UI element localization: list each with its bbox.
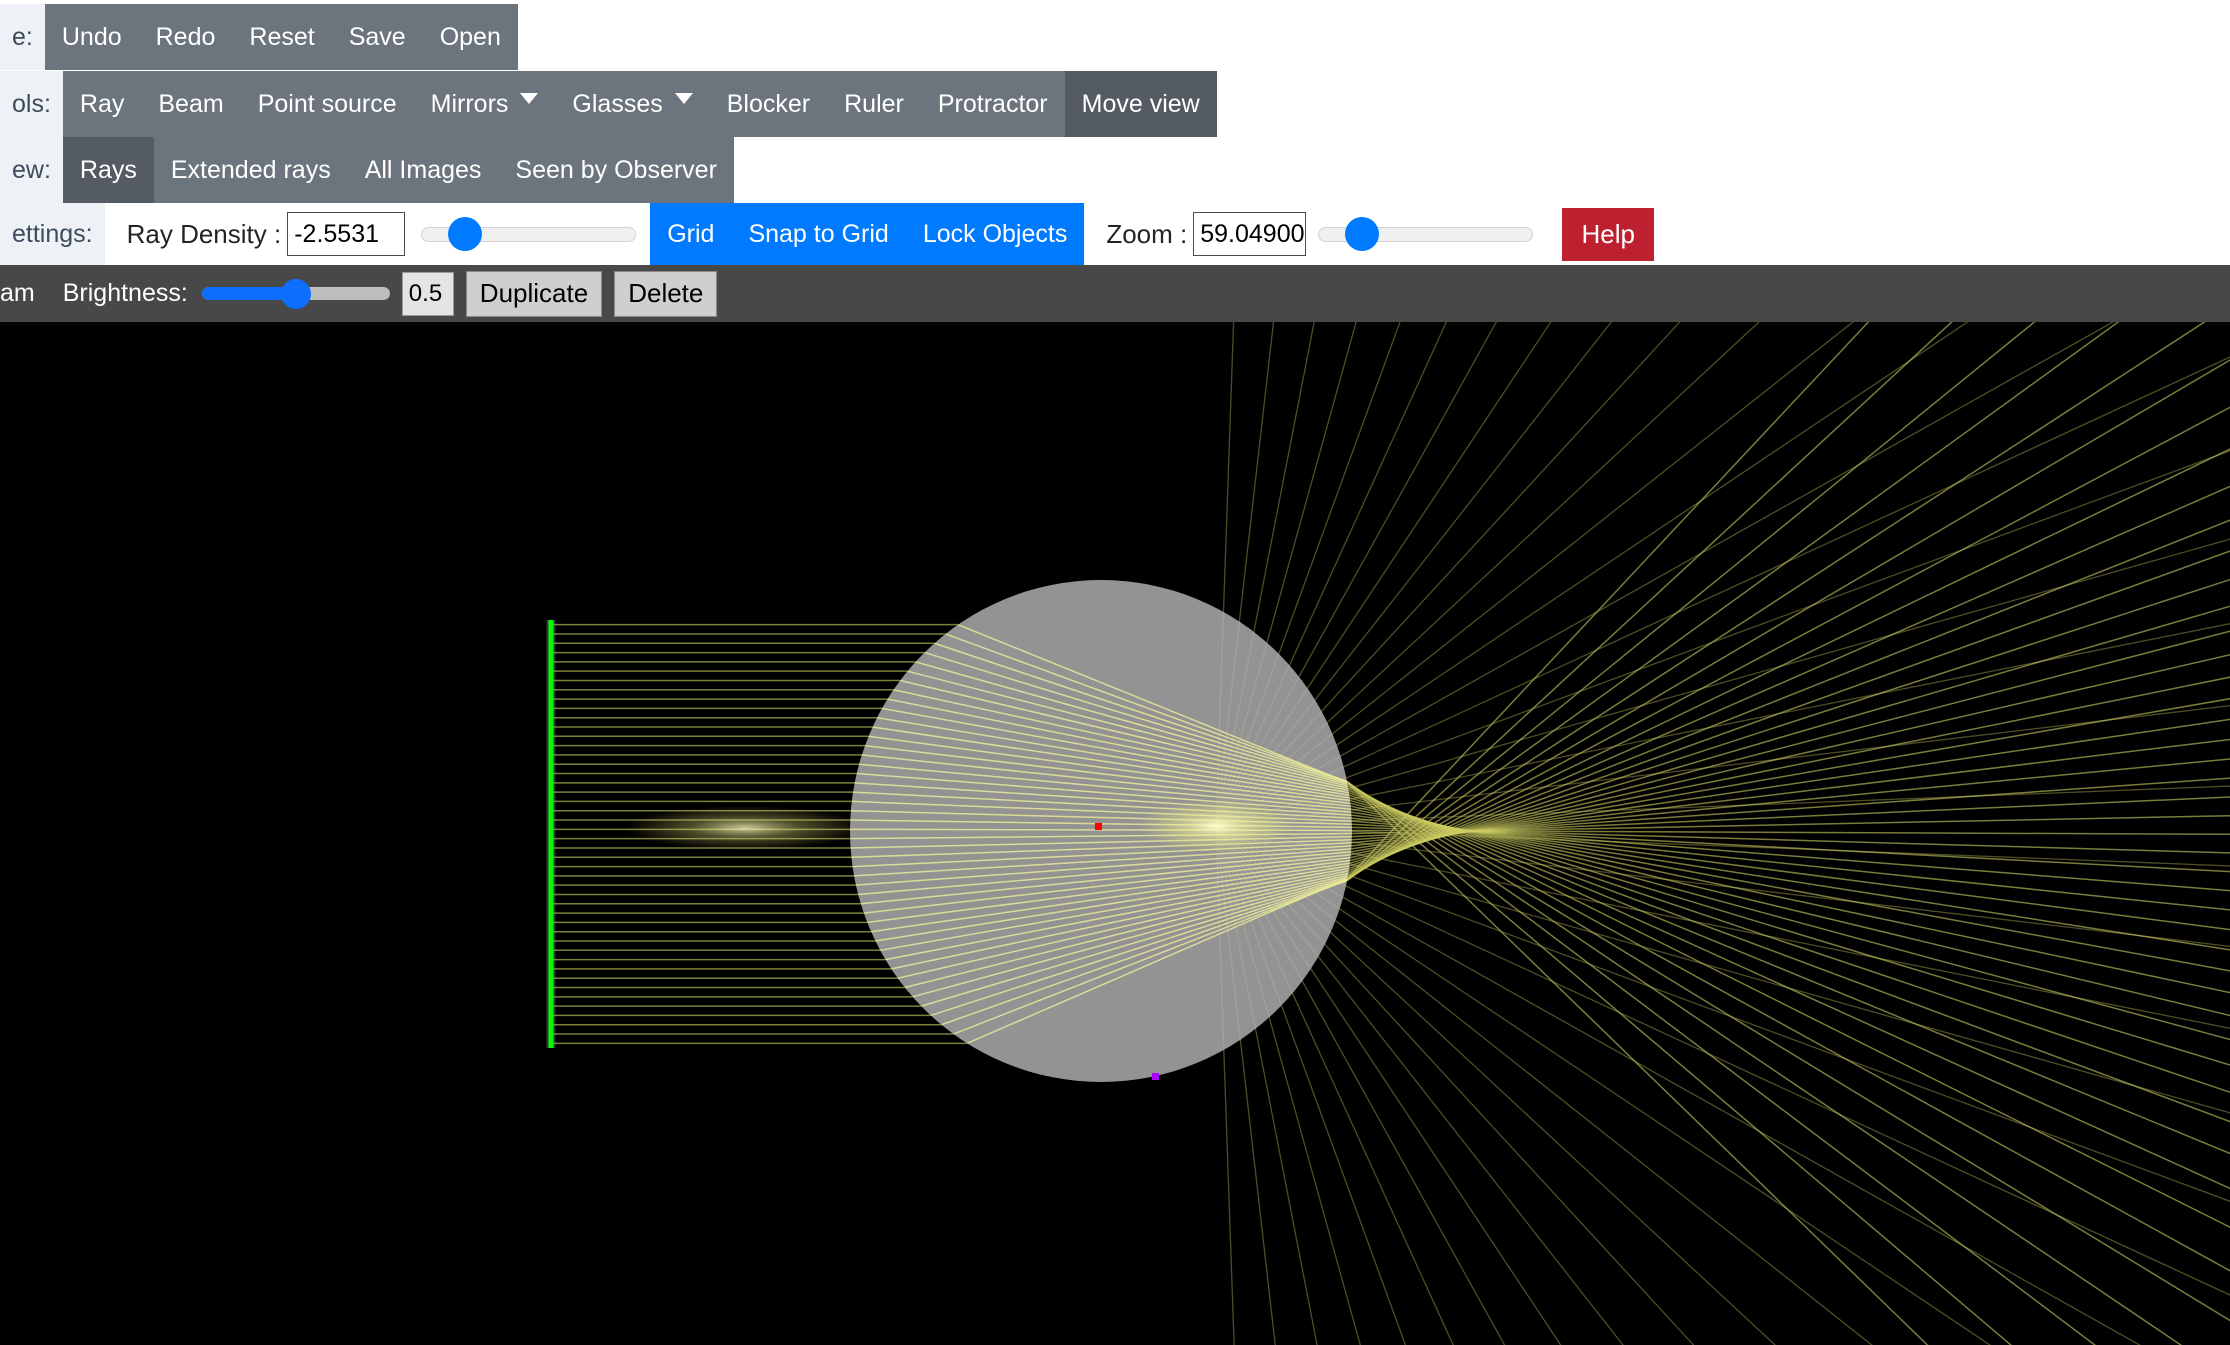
object-type-label: am (0, 279, 35, 308)
ray-density-label: Ray Density : (127, 219, 282, 250)
selected-object-handle[interactable] (1095, 823, 1102, 830)
zoom-label: Zoom : (1106, 219, 1187, 250)
brightness-value-input[interactable]: 0.5 (402, 272, 454, 316)
tool-beam-button[interactable]: Beam (141, 71, 240, 137)
tool-mirrors-button[interactable]: Mirrors (414, 71, 556, 137)
tool-point-source-label: Point source (258, 90, 397, 119)
file-button-group: Undo Redo Reset Save Open (45, 4, 518, 70)
tool-blocker-label: Blocker (727, 90, 810, 119)
chevron-down-icon (520, 93, 538, 104)
tool-blocker-button[interactable]: Blocker (710, 71, 827, 137)
view-toolbar-row: ew: Rays Extended rays All Images Seen b… (0, 137, 734, 203)
grid-toggle-button[interactable]: Grid (650, 203, 731, 265)
tools-button-group: Ray Beam Point source Mirrors Glasses Bl… (63, 71, 1217, 137)
ray-density-slider-thumb[interactable] (448, 217, 482, 251)
view-button-group: Rays Extended rays All Images Seen by Ob… (63, 137, 734, 203)
zoom-slider-thumb[interactable] (1345, 217, 1379, 251)
tool-beam-label: Beam (158, 90, 223, 119)
simulation-canvas[interactable] (0, 265, 2230, 1345)
save-button[interactable]: Save (332, 4, 423, 70)
tool-move-view-label: Move view (1082, 90, 1200, 119)
ray-density-input[interactable]: -2.5531 (287, 212, 405, 256)
view-extended-rays-button[interactable]: Extended rays (154, 137, 348, 203)
view-all-images-button[interactable]: All Images (348, 137, 499, 203)
internal-caustic-glow (625, 806, 865, 850)
view-seen-by-observer-button[interactable]: Seen by Observer (498, 137, 734, 203)
tool-ruler-label: Ruler (844, 90, 904, 119)
brightness-slider[interactable] (202, 276, 390, 312)
ray-optics-app: am Brightness: 0.5 Duplicate Delete e: U… (0, 0, 2230, 1345)
zoom-slider[interactable] (1318, 214, 1533, 254)
tool-ruler-button[interactable]: Ruler (827, 71, 921, 137)
tools-toolbar-label: ols: (0, 71, 63, 137)
file-toolbar-label: e: (0, 4, 45, 70)
view-rays-button[interactable]: Rays (63, 137, 154, 203)
optics-scene (0, 265, 2230, 1345)
help-button[interactable]: Help (1562, 208, 1654, 261)
brightness-slider-thumb[interactable] (281, 279, 311, 309)
duplicate-button[interactable]: Duplicate (466, 271, 602, 317)
glass-drag-handle[interactable] (1152, 1073, 1159, 1080)
tool-glasses-label: Glasses (572, 90, 662, 119)
view-toolbar-label: ew: (0, 137, 63, 203)
redo-button[interactable]: Redo (139, 4, 233, 70)
chevron-down-icon (675, 93, 693, 104)
settings-toolbar-row: ettings: Ray Density : -2.5531 Grid Snap… (0, 203, 1654, 265)
tool-move-view-button[interactable]: Move view (1065, 71, 1217, 137)
lock-objects-toggle-button[interactable]: Lock Objects (906, 203, 1085, 265)
tool-protractor-label: Protractor (938, 90, 1048, 119)
tool-glasses-button[interactable]: Glasses (555, 71, 709, 137)
tool-ray-label: Ray (80, 90, 124, 119)
delete-button[interactable]: Delete (614, 271, 717, 317)
open-button[interactable]: Open (423, 4, 518, 70)
toolbar-region: e: Undo Redo Reset Save Open ols: Ray Be… (0, 0, 2230, 265)
settings-toolbar-label: ettings: (0, 203, 105, 265)
settings-controls: Ray Density : -2.5531 Grid Snap to Grid … (105, 203, 1655, 265)
reset-button[interactable]: Reset (232, 4, 331, 70)
tool-protractor-button[interactable]: Protractor (921, 71, 1065, 137)
tool-mirrors-label: Mirrors (431, 90, 509, 119)
focal-point-glow (1138, 800, 1294, 852)
object-properties-bar: am Brightness: 0.5 Duplicate Delete (0, 265, 2230, 322)
snap-to-grid-toggle-button[interactable]: Snap to Grid (731, 203, 905, 265)
undo-button[interactable]: Undo (45, 4, 139, 70)
file-toolbar-row: e: Undo Redo Reset Save Open (0, 4, 518, 70)
zoom-input[interactable]: 59.0490000 (1193, 212, 1306, 256)
tools-toolbar-row: ols: Ray Beam Point source Mirrors Glass… (0, 71, 1217, 137)
grid-options-group: Grid Snap to Grid Lock Objects (650, 203, 1084, 265)
brightness-label: Brightness: (63, 279, 188, 308)
tool-ray-button[interactable]: Ray (63, 71, 141, 137)
ray-density-slider[interactable] (421, 214, 636, 254)
tool-point-source-button[interactable]: Point source (241, 71, 414, 137)
